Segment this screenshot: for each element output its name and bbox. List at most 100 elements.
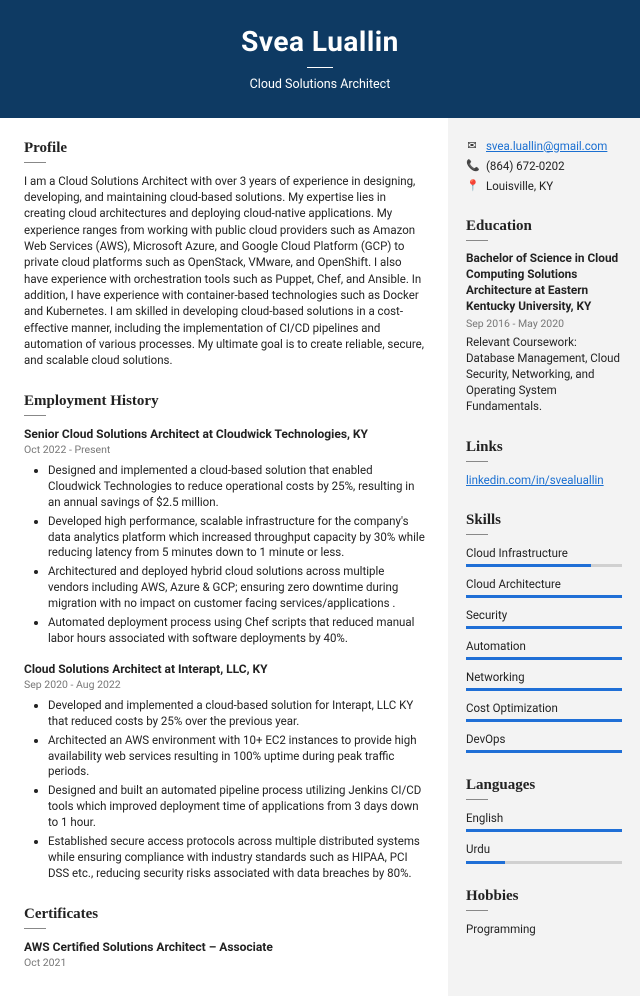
profile-section: Profile I am a Cloud Solutions Architect… <box>24 138 426 369</box>
skill-bar <box>466 626 622 629</box>
employment-title: Employment History <box>24 391 426 412</box>
section-underline <box>24 415 46 416</box>
section-underline <box>466 799 488 800</box>
bullet: Designed and built an automated pipeline… <box>48 783 426 831</box>
languages-section: Languages English Urdu <box>466 775 622 863</box>
skill-item: Cost Optimization <box>466 700 622 722</box>
skill-item: Cloud Architecture <box>466 576 622 598</box>
bullet: Established secure access protocols acro… <box>48 834 426 882</box>
certificate: AWS Certified Solutions Architect – Asso… <box>24 939 426 971</box>
phone-text: (864) 672-0202 <box>486 158 565 174</box>
contact-section: ✉ svea.luallin@gmail.com 📞 (864) 672-020… <box>466 138 622 194</box>
education-desc: Relevant Coursework: Database Management… <box>466 335 622 414</box>
skill-item: Cloud Infrastructure <box>466 545 622 567</box>
location-icon: 📍 <box>466 178 478 193</box>
education-section: Education Bachelor of Science in Cloud C… <box>466 216 622 415</box>
certificates-title: Certificates <box>24 904 426 925</box>
education-title: Education <box>466 216 622 237</box>
job-title: Senior Cloud Solutions Architect at Clou… <box>24 426 426 443</box>
profile-text: I am a Cloud Solutions Architect with ov… <box>24 173 426 369</box>
email-link[interactable]: svea.luallin@gmail.com <box>486 138 607 154</box>
section-underline <box>466 534 488 535</box>
section-underline <box>466 910 488 911</box>
language-bar-fill <box>466 829 622 832</box>
language-bar <box>466 861 622 864</box>
skill-label: DevOps <box>466 731 622 747</box>
employment-section: Employment History Senior Cloud Solution… <box>24 391 426 882</box>
skill-item: Networking <box>466 669 622 691</box>
phone-icon: 📞 <box>466 158 478 173</box>
job-bullets: Developed and implemented a cloud-based … <box>24 698 426 881</box>
name: Svea Luallin <box>0 22 640 61</box>
skill-label: Security <box>466 607 622 623</box>
hobbies-section: Hobbies Programming <box>466 886 622 937</box>
job: Senior Cloud Solutions Architect at Clou… <box>24 426 426 647</box>
email-icon: ✉ <box>466 138 478 153</box>
links-title: Links <box>466 437 622 458</box>
skill-bar <box>466 719 622 722</box>
section-underline <box>24 928 46 929</box>
skill-bar-fill <box>466 688 622 691</box>
language-item: Urdu <box>466 841 622 863</box>
language-item: English <box>466 810 622 832</box>
languages-title: Languages <box>466 775 622 796</box>
contact-location: 📍 Louisville, KY <box>466 178 622 194</box>
links-section: Links linkedin.com/in/svealuallin <box>466 437 622 488</box>
bullet: Architected an AWS environment with 10+ … <box>48 733 426 781</box>
language-label: Urdu <box>466 841 622 857</box>
skill-bar-fill <box>466 564 591 567</box>
skill-bar-fill <box>466 719 622 722</box>
certificates-section: Certificates AWS Certified Solutions Arc… <box>24 904 426 971</box>
certificate-dates: Oct 2021 <box>24 956 426 971</box>
skill-bar <box>466 657 622 660</box>
main-column: Profile I am a Cloud Solutions Architect… <box>0 118 448 996</box>
skill-bar <box>466 750 622 753</box>
name-underline <box>307 67 333 68</box>
hobby-item: Programming <box>466 921 622 937</box>
location-text: Louisville, KY <box>486 178 553 194</box>
bullet: Designed and implemented a cloud-based s… <box>48 463 426 511</box>
contact-email: ✉ svea.luallin@gmail.com <box>466 138 622 154</box>
education-degree: Bachelor of Science in Cloud Computing S… <box>466 251 622 315</box>
skill-item: DevOps <box>466 731 622 753</box>
skill-bar-fill <box>466 626 622 629</box>
section-underline <box>466 240 488 241</box>
header: Svea Luallin Cloud Solutions Architect <box>0 0 640 118</box>
hobbies-title: Hobbies <box>466 886 622 907</box>
skill-bar <box>466 595 622 598</box>
skill-item: Security <box>466 607 622 629</box>
bullet: Architectured and deployed hybrid cloud … <box>48 564 426 612</box>
skill-bar-fill <box>466 750 622 753</box>
skill-label: Cloud Infrastructure <box>466 545 622 561</box>
job-bullets: Designed and implemented a cloud-based s… <box>24 463 426 646</box>
skill-label: Cost Optimization <box>466 700 622 716</box>
language-bar <box>466 829 622 832</box>
bullet: Developed and implemented a cloud-based … <box>48 698 426 730</box>
language-bar-fill <box>466 861 505 864</box>
skill-bar <box>466 564 622 567</box>
sidebar: ✉ svea.luallin@gmail.com 📞 (864) 672-020… <box>448 118 640 996</box>
contact-phone: 📞 (864) 672-0202 <box>466 158 622 174</box>
linkedin-link[interactable]: linkedin.com/in/svealuallin <box>466 473 604 487</box>
section-underline <box>24 162 46 163</box>
education-dates: Sep 2016 - May 2020 <box>466 317 622 332</box>
skill-bar <box>466 688 622 691</box>
job-dates: Oct 2022 - Present <box>24 443 426 458</box>
skills-section: Skills Cloud Infrastructure Cloud Archite… <box>466 510 622 754</box>
bullet: Developed high performance, scalable inf… <box>48 514 426 562</box>
skill-item: Automation <box>466 638 622 660</box>
job-title: Cloud Solutions Architect at Interapt, L… <box>24 661 426 678</box>
section-underline <box>466 461 488 462</box>
subtitle: Cloud Solutions Architect <box>0 76 640 94</box>
skill-bar-fill <box>466 595 622 598</box>
content: Profile I am a Cloud Solutions Architect… <box>0 118 640 996</box>
profile-title: Profile <box>24 138 426 159</box>
skill-label: Networking <box>466 669 622 685</box>
job: Cloud Solutions Architect at Interapt, L… <box>24 661 426 882</box>
skills-title: Skills <box>466 510 622 531</box>
job-dates: Sep 2020 - Aug 2022 <box>24 678 426 693</box>
skill-label: Automation <box>466 638 622 654</box>
certificate-title: AWS Certified Solutions Architect – Asso… <box>24 939 426 956</box>
skill-label: Cloud Architecture <box>466 576 622 592</box>
bullet: Automated deployment process using Chef … <box>48 615 426 647</box>
